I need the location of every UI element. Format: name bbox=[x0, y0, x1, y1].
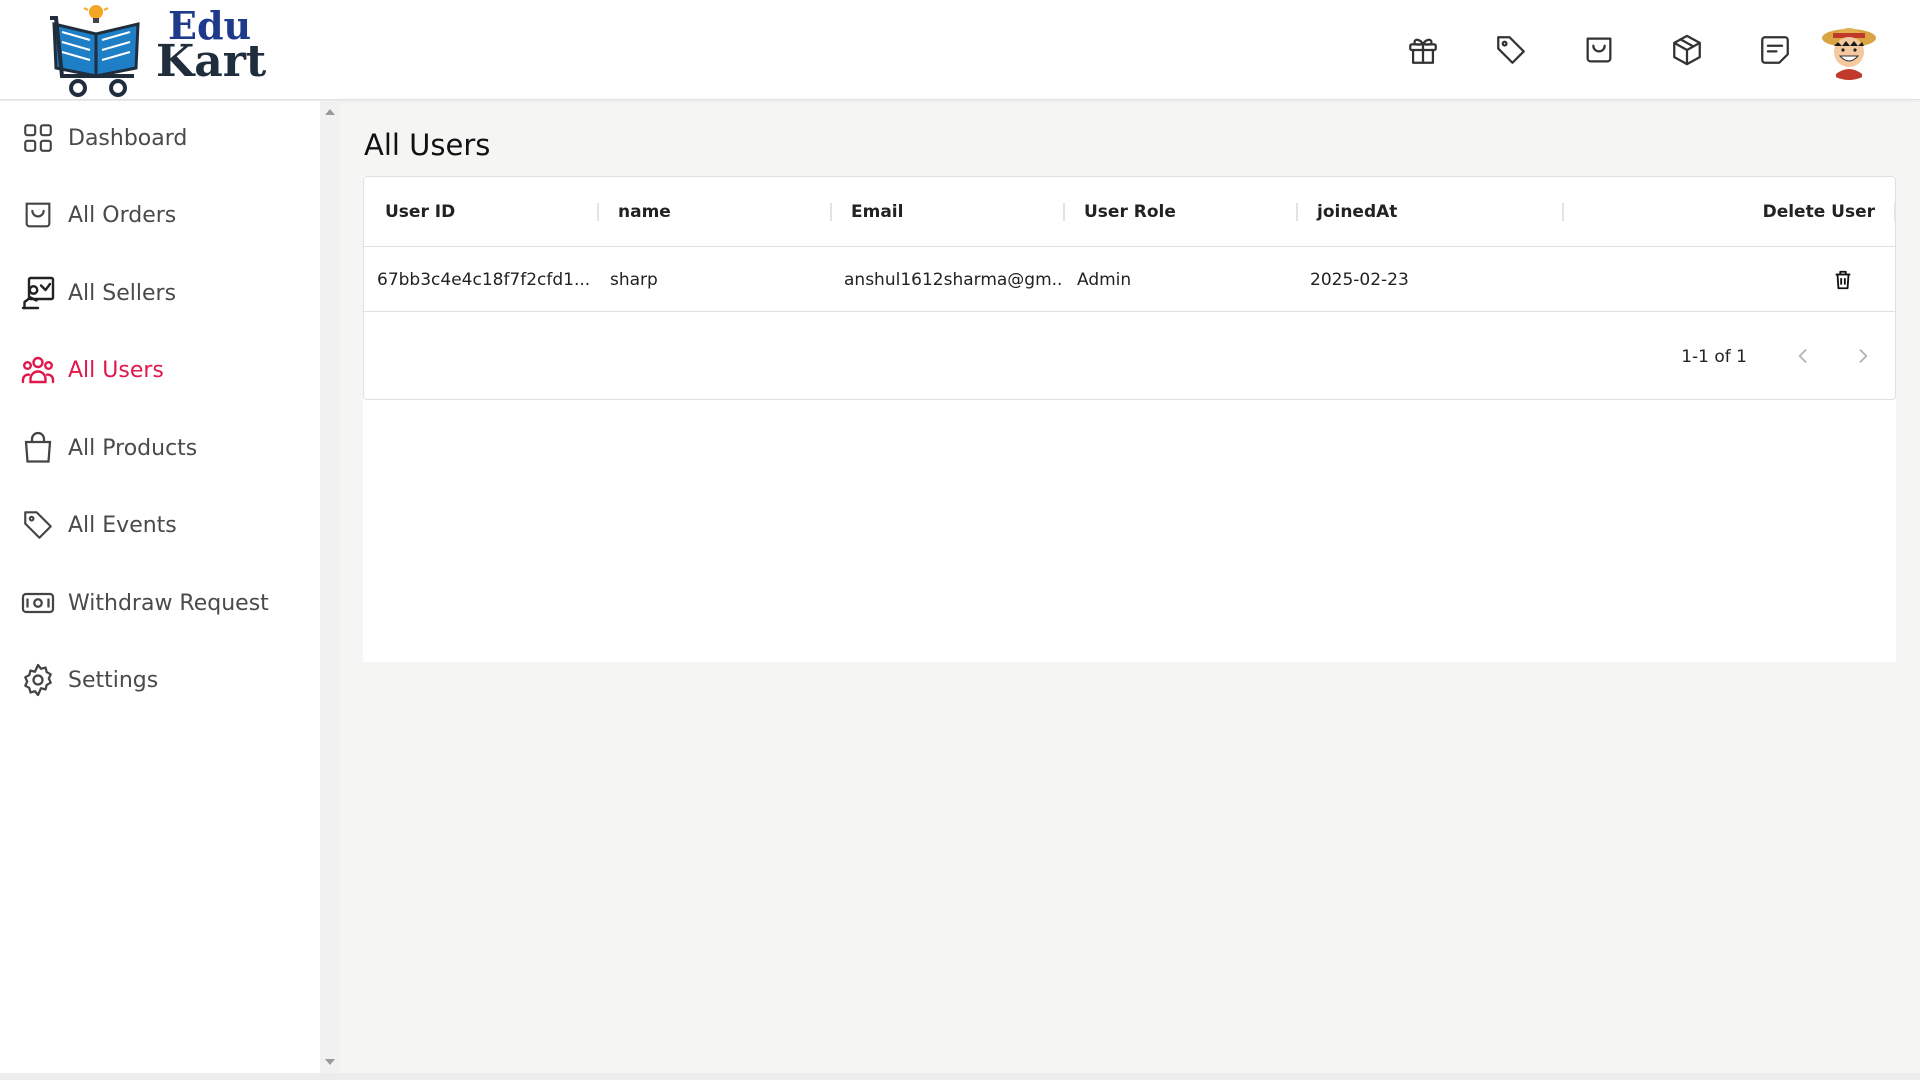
edukart-logo[interactable]: Edu Kart bbox=[48, 0, 268, 100]
scroll-down-arrow-icon[interactable] bbox=[325, 1059, 335, 1065]
message-icon[interactable] bbox=[1755, 30, 1795, 70]
chevron-left-icon bbox=[1798, 349, 1807, 363]
sidebar-item-label: All Sellers bbox=[68, 280, 177, 306]
chevron-right-icon bbox=[1859, 349, 1868, 363]
logo-book-cart-icon bbox=[50, 5, 140, 97]
column-separator[interactable] bbox=[830, 203, 832, 221]
cell-email: anshul1612sharma@gm... bbox=[844, 269, 1064, 290]
sidebar-item-all-products[interactable]: All Products bbox=[20, 423, 310, 473]
settings-icon bbox=[20, 662, 56, 698]
page-title: All Users bbox=[364, 128, 491, 162]
sidebar-item-label: Dashboard bbox=[68, 125, 188, 151]
column-header-email[interactable]: Email bbox=[851, 177, 1051, 247]
cell-user-id: 67bb3c4e4c18f7f2cfd1... bbox=[377, 269, 591, 290]
users-panel: User ID name Email User Role joinedAt De… bbox=[363, 176, 1896, 662]
sidebar: Dashboard All Orders All Sellers All Use… bbox=[0, 101, 320, 1073]
prev-page-button[interactable] bbox=[1788, 341, 1818, 371]
sidebar-item-dashboard[interactable]: Dashboard bbox=[20, 113, 310, 163]
column-header-name[interactable]: name bbox=[618, 177, 818, 247]
seller-icon bbox=[20, 275, 56, 311]
sidebar-scrollbar[interactable] bbox=[320, 101, 340, 1073]
sidebar-item-all-sellers[interactable]: All Sellers bbox=[20, 268, 310, 318]
shopping-bag-icon[interactable] bbox=[1579, 30, 1619, 70]
sidebar-item-settings[interactable]: Settings bbox=[20, 655, 310, 705]
next-page-button[interactable] bbox=[1848, 341, 1878, 371]
cell-joined-at: 2025-02-23 bbox=[1310, 269, 1409, 290]
trash-icon bbox=[1835, 270, 1851, 290]
table-row[interactable]: 67bb3c4e4c18f7f2cfd1... sharp anshul1612… bbox=[364, 247, 1895, 312]
users-icon bbox=[20, 352, 56, 388]
user-avatar[interactable] bbox=[1818, 18, 1880, 80]
scroll-up-arrow-icon[interactable] bbox=[325, 109, 335, 115]
column-header-user-role[interactable]: User Role bbox=[1084, 177, 1284, 247]
column-separator[interactable] bbox=[1562, 203, 1564, 221]
money-icon bbox=[20, 585, 56, 621]
column-separator[interactable] bbox=[1063, 203, 1065, 221]
tag-icon[interactable] bbox=[1491, 30, 1531, 70]
column-separator[interactable] bbox=[597, 203, 599, 221]
sidebar-item-label: Withdraw Request bbox=[68, 590, 269, 616]
column-separator[interactable] bbox=[1894, 203, 1896, 221]
sidebar-item-label: Settings bbox=[68, 667, 159, 693]
bag-icon bbox=[20, 430, 56, 466]
sidebar-item-label: All Products bbox=[68, 435, 198, 461]
dashboard-icon bbox=[20, 120, 56, 156]
cell-name: sharp bbox=[610, 269, 658, 290]
gift-icon[interactable] bbox=[1403, 30, 1443, 70]
sidebar-item-label: All Events bbox=[68, 512, 177, 538]
cell-role: Admin bbox=[1077, 269, 1132, 290]
pagination-range: 1-1 of 1 bbox=[1681, 346, 1747, 367]
sidebar-item-withdraw-request[interactable]: Withdraw Request bbox=[20, 578, 310, 628]
column-header-delete-user[interactable]: Delete User bbox=[1675, 177, 1875, 247]
column-header-joined-at[interactable]: joinedAt bbox=[1317, 177, 1517, 247]
column-separator[interactable] bbox=[1296, 203, 1298, 221]
table-header-row: User ID name Email User Role joinedAt De… bbox=[364, 177, 1896, 247]
package-icon[interactable] bbox=[1667, 30, 1707, 70]
delete-user-button[interactable] bbox=[1828, 265, 1858, 295]
sidebar-item-all-events[interactable]: All Events bbox=[20, 500, 310, 550]
table-footer: 1-1 of 1 bbox=[364, 313, 1895, 400]
logo-text-kart: Kart bbox=[156, 36, 267, 87]
top-header: Edu Kart bbox=[0, 0, 1920, 100]
sidebar-item-label: All Orders bbox=[68, 202, 177, 228]
column-header-user-id[interactable]: User ID bbox=[385, 177, 585, 247]
users-data-grid: User ID name Email User Role joinedAt De… bbox=[363, 176, 1896, 400]
sidebar-item-label: All Users bbox=[68, 357, 164, 383]
tag-icon bbox=[20, 507, 56, 543]
sidebar-item-all-users[interactable]: All Users bbox=[20, 345, 310, 395]
sidebar-item-all-orders[interactable]: All Orders bbox=[20, 190, 310, 240]
shopping-bag-icon bbox=[20, 197, 56, 233]
bottom-edge bbox=[0, 1073, 1920, 1080]
